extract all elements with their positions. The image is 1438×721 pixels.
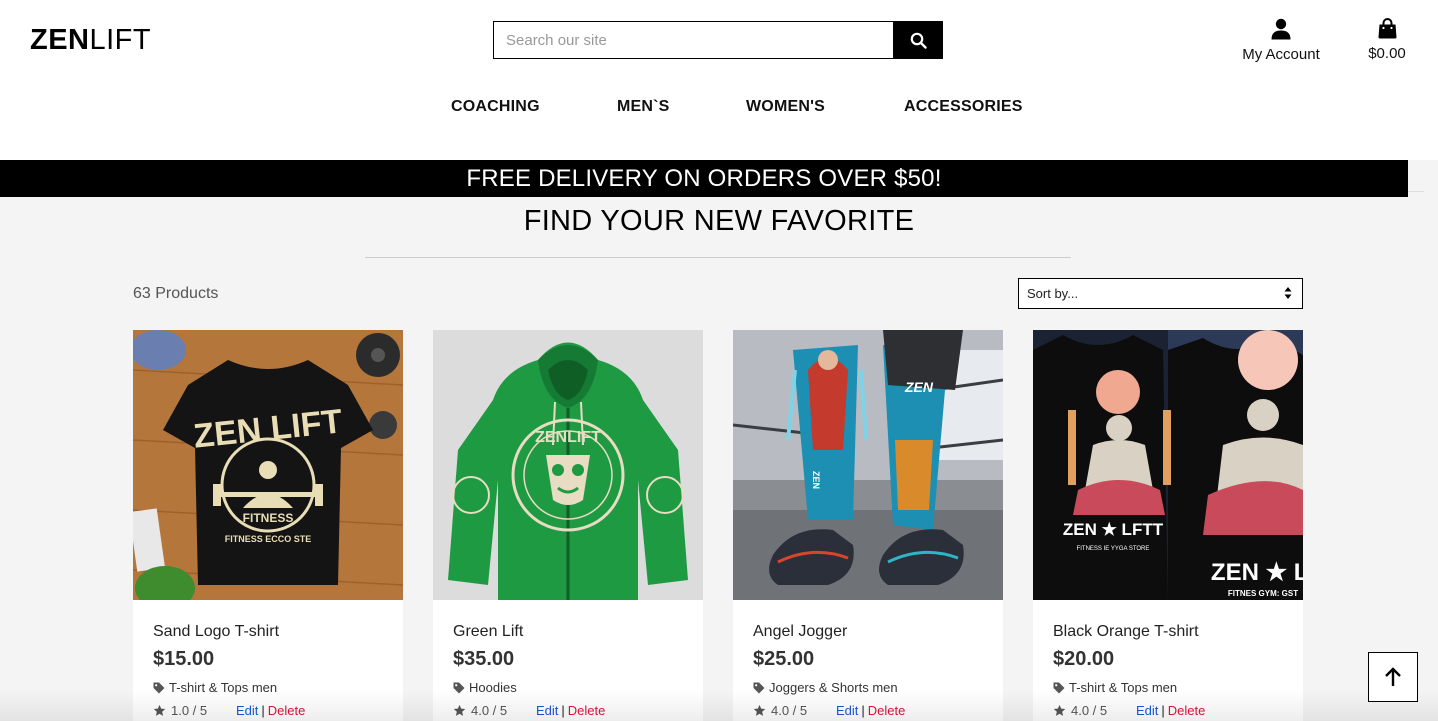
- product-name[interactable]: Black Orange T-shirt: [1053, 623, 1199, 641]
- search-icon: [910, 32, 927, 49]
- star-icon: [1053, 704, 1066, 716]
- my-account-label: My Account: [1242, 46, 1320, 63]
- product-rating-value: 4.0 / 5: [471, 703, 508, 718]
- nav-item-coaching[interactable]: COACHING: [451, 98, 540, 116]
- delete-product-link[interactable]: Delete: [1168, 703, 1206, 718]
- product-image-text: ZEN: [904, 379, 934, 395]
- sort-select[interactable]: Sort by...: [1018, 278, 1303, 309]
- star-icon: [453, 704, 466, 716]
- brand-logo[interactable]: ZENLIFT: [30, 24, 151, 57]
- tag-icon: [453, 682, 465, 693]
- brand-name-light: LIFT: [89, 24, 152, 56]
- user-icon: [1271, 18, 1291, 40]
- product-image[interactable]: ZEN ZEN: [733, 330, 1003, 600]
- product-rating: 1.0 / 5: [153, 703, 236, 718]
- link-separator: |: [261, 703, 265, 718]
- nav-item-womens[interactable]: WOMEN'S: [746, 98, 825, 116]
- edit-product-link[interactable]: Edit: [536, 703, 558, 718]
- product-rating-value: 4.0 / 5: [771, 703, 808, 718]
- edit-product-link[interactable]: Edit: [236, 703, 258, 718]
- product-card[interactable]: ZEN ★ LFTT FITNESS IE YYGA STORE ZEN ★ L…: [1033, 330, 1303, 721]
- product-category-label: T-shirt & Tops men: [169, 680, 278, 695]
- sort-arrows-icon: [1284, 287, 1292, 299]
- product-category-label: Hoodies: [469, 680, 517, 695]
- product-count: 63 Products: [133, 285, 219, 302]
- delete-product-link[interactable]: Delete: [268, 703, 306, 718]
- search-form: [493, 21, 943, 59]
- star-icon: [153, 704, 166, 716]
- product-card[interactable]: ZEN ZEN Angel Jogger $25.00 Joggers & Sh…: [733, 330, 1003, 721]
- link-separator: |: [561, 703, 565, 718]
- product-image[interactable]: ZEN LIFT FITNESS FITNESS ECCO STE: [133, 330, 403, 600]
- edit-product-link[interactable]: Edit: [1136, 703, 1158, 718]
- product-price: $35.00: [453, 648, 515, 670]
- page-title: FIND YOUR NEW FAVORITE: [523, 205, 915, 237]
- free-delivery-banner: FREE DELIVERY ON ORDERS OVER $50!: [0, 160, 1408, 197]
- my-account-link[interactable]: My Account: [1232, 18, 1330, 63]
- cart-total: $0.00: [1368, 45, 1406, 62]
- product-image[interactable]: ZENLIFT: [433, 330, 703, 600]
- product-image-text: ZEN ★ LFTT: [1063, 520, 1164, 539]
- product-name[interactable]: Angel Jogger: [753, 623, 847, 641]
- star-icon: [753, 704, 766, 716]
- sort-selected-value: Sort by...: [1027, 286, 1079, 301]
- product-rating-value: 1.0 / 5: [171, 703, 208, 718]
- product-image-text: ZEN: [811, 471, 821, 489]
- divider: [1408, 191, 1424, 192]
- shopping-bag-icon: [1378, 18, 1396, 39]
- product-price: $20.00: [1053, 648, 1115, 670]
- tag-icon: [1053, 682, 1065, 693]
- edit-product-link[interactable]: Edit: [836, 703, 858, 718]
- product-rating-value: 4.0 / 5: [1071, 703, 1108, 718]
- search-button[interactable]: [893, 21, 943, 59]
- delete-product-link[interactable]: Delete: [568, 703, 606, 718]
- product-rating: 4.0 / 5: [453, 703, 536, 718]
- link-separator: |: [861, 703, 865, 718]
- product-meta: 4.0 / 5 Edit | Delete: [753, 703, 993, 718]
- product-image-text: ZEN ★ LI: [1211, 559, 1303, 586]
- product-image-text: FITNESS: [243, 511, 294, 525]
- tag-icon: [153, 682, 165, 693]
- product-meta: 1.0 / 5 Edit | Delete: [153, 703, 393, 718]
- product-name[interactable]: Sand Logo T-shirt: [153, 623, 279, 641]
- product-rating: 4.0 / 5: [1053, 703, 1136, 718]
- main-nav: COACHING MEN`S WOMEN'S ACCESSORIES: [0, 98, 1438, 118]
- product-category[interactable]: Joggers & Shorts men: [753, 680, 898, 695]
- product-category[interactable]: T-shirt & Tops men: [153, 680, 277, 695]
- product-price: $25.00: [753, 648, 815, 670]
- product-meta: 4.0 / 5 Edit | Delete: [453, 703, 693, 718]
- product-meta: 4.0 / 5 Edit | Delete: [1053, 703, 1293, 718]
- product-category-label: Joggers & Shorts men: [769, 680, 898, 695]
- product-card[interactable]: ZEN LIFT FITNESS FITNESS ECCO STE Sand L…: [133, 330, 403, 721]
- product-image-text: FITNESS ECCO STE: [225, 534, 312, 544]
- back-to-top-button[interactable]: [1368, 652, 1418, 702]
- title-divider: [365, 257, 1071, 258]
- site-header: ZENLIFT My Account $0.00 COACHING MEN`S …: [0, 0, 1438, 160]
- link-separator: |: [1161, 703, 1165, 718]
- nav-item-accessories[interactable]: ACCESSORIES: [904, 98, 1023, 116]
- product-category[interactable]: T-shirt & Tops men: [1053, 680, 1177, 695]
- arrow-up-icon: [1385, 667, 1401, 686]
- nav-item-mens[interactable]: MEN`S: [617, 98, 670, 116]
- product-name[interactable]: Green Lift: [453, 623, 523, 641]
- product-image-text: ZENLIFT: [535, 429, 601, 446]
- product-category-label: T-shirt & Tops men: [1069, 680, 1178, 695]
- product-price: $15.00: [153, 648, 215, 670]
- search-input[interactable]: [493, 21, 893, 59]
- tag-icon: [753, 682, 765, 693]
- brand-name-bold: ZEN: [30, 24, 90, 56]
- delete-product-link[interactable]: Delete: [868, 703, 906, 718]
- product-image-text: FITNESS IE YYGA STORE: [1077, 546, 1150, 552]
- product-card[interactable]: ZENLIFT Green Lift $35.00 Hoodies 4.0 / …: [433, 330, 703, 721]
- product-image[interactable]: ZEN ★ LFTT FITNESS IE YYGA STORE ZEN ★ L…: [1033, 330, 1303, 600]
- product-rating: 4.0 / 5: [753, 703, 836, 718]
- product-category[interactable]: Hoodies: [453, 680, 517, 695]
- cart-link[interactable]: $0.00: [1357, 18, 1417, 62]
- product-image-text: FITNES GYM: GST: [1228, 589, 1298, 598]
